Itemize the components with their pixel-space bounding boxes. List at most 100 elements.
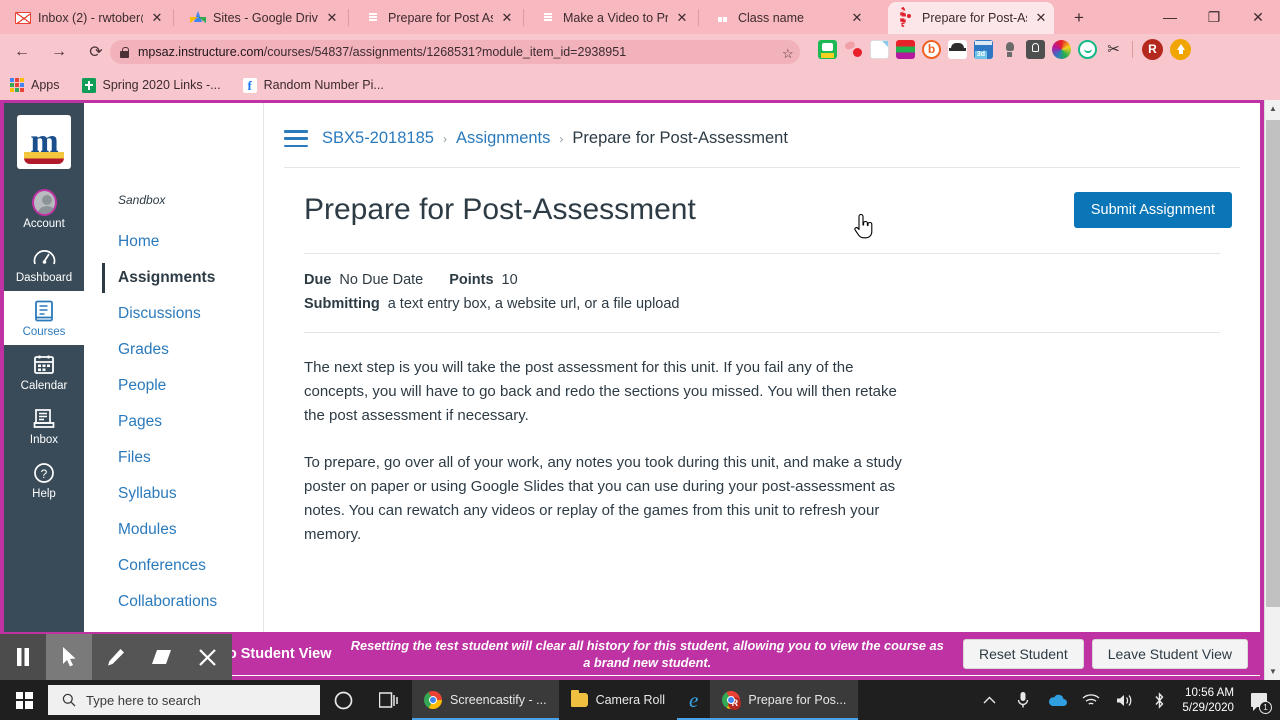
forward-button[interactable]: → bbox=[44, 37, 74, 67]
close-button[interactable] bbox=[184, 634, 230, 680]
bitmoji-extension-icon[interactable] bbox=[818, 40, 837, 59]
tab-close-icon[interactable]: ✕ bbox=[1034, 10, 1048, 26]
bookmark-apps[interactable]: Apps bbox=[10, 78, 60, 92]
incognito-extension-icon[interactable] bbox=[948, 40, 967, 59]
bluetooth-icon[interactable] bbox=[1142, 680, 1176, 720]
reset-student-button[interactable]: Reset Student bbox=[962, 638, 1084, 669]
course-nav-people[interactable]: People bbox=[118, 368, 263, 404]
school-logo-icon[interactable]: m bbox=[17, 115, 71, 169]
back-button[interactable]: ← bbox=[7, 37, 37, 67]
course-nav-discussions[interactable]: Discussions bbox=[118, 296, 263, 332]
screencastify-extension-icon[interactable] bbox=[844, 40, 863, 59]
global-nav-dashboard[interactable]: Dashboard bbox=[4, 237, 84, 291]
chrome-browser-window: Inbox (2) - rwtober@ ✕ Sites - Google Dr… bbox=[0, 0, 1280, 680]
points-value: 10 bbox=[501, 272, 518, 288]
color-grid-extension-icon[interactable] bbox=[896, 40, 915, 59]
course-nav-grades[interactable]: Grades bbox=[118, 332, 263, 368]
show-hidden-icons[interactable] bbox=[972, 680, 1006, 720]
global-nav-help[interactable]: ? Help bbox=[4, 453, 84, 507]
task-view-icon[interactable] bbox=[366, 680, 412, 720]
scroll-down-arrow-icon[interactable]: ▼ bbox=[1265, 663, 1280, 680]
hamburger-menu-icon[interactable] bbox=[284, 130, 308, 147]
onedrive-icon[interactable] bbox=[1040, 680, 1074, 720]
close-window-button[interactable]: ✕ bbox=[1236, 0, 1280, 34]
browser-tab-2[interactable]: Prepare for Post Asse ✕ bbox=[354, 2, 520, 34]
start-button[interactable] bbox=[0, 680, 48, 720]
meta-row-submitting: Submitting a text entry box, a website ur… bbox=[304, 292, 1260, 316]
updates-extension-icon[interactable] bbox=[1170, 39, 1191, 60]
bookmark-spring-2020-links[interactable]: Spring 2020 Links -... bbox=[81, 77, 221, 93]
browser-tab-1[interactable]: Sites - Google Drive ✕ bbox=[179, 2, 345, 34]
minimize-button[interactable]: — bbox=[1148, 0, 1192, 34]
notes-extension-icon[interactable] bbox=[1026, 40, 1045, 59]
course-nav-pages[interactable]: Pages bbox=[118, 404, 263, 440]
course-navigation: Sandbox Home Assignments Discussions Gra… bbox=[84, 103, 264, 636]
global-nav-courses[interactable]: Courses bbox=[4, 291, 84, 345]
wifi-icon[interactable] bbox=[1074, 680, 1108, 720]
new-tab-button[interactable]: + bbox=[1068, 7, 1090, 29]
address-bar[interactable]: mpsaz.instructure.com/courses/54837/assi… bbox=[110, 40, 800, 64]
global-nav-label: Inbox bbox=[29, 434, 59, 446]
calendar-icon bbox=[32, 352, 57, 377]
global-nav-account[interactable]: Account bbox=[4, 183, 84, 237]
apps-grid-icon bbox=[10, 78, 24, 92]
taskbar-app-edge[interactable]: e bbox=[677, 680, 711, 720]
tab-close-icon[interactable]: ✕ bbox=[675, 10, 689, 26]
taskbar-app-prepare-for-post[interactable]: R Prepare for Pos... bbox=[710, 680, 859, 720]
cursor-tool[interactable] bbox=[46, 634, 92, 680]
microphone-icon[interactable] bbox=[1006, 680, 1040, 720]
page-scrollbar[interactable]: ▲ ▼ bbox=[1264, 100, 1280, 680]
course-nav-modules[interactable]: Modules bbox=[118, 512, 263, 548]
volume-icon[interactable] bbox=[1108, 680, 1142, 720]
submit-assignment-button[interactable]: Submit Assignment bbox=[1073, 192, 1232, 228]
scissors-extension-icon[interactable]: ✂ bbox=[1104, 40, 1123, 59]
windows-logo-icon bbox=[15, 691, 33, 709]
bookmark-random-number-picker[interactable]: f Random Number Pi... bbox=[242, 77, 384, 93]
notification-center-button[interactable]: 1 bbox=[1244, 680, 1274, 720]
breadcrumb: SBX5-2018185 › Assignments › Prepare for… bbox=[322, 129, 788, 148]
scrollbar-thumb[interactable] bbox=[1266, 120, 1280, 607]
tab-close-icon[interactable]: ✕ bbox=[325, 10, 339, 26]
smiley-extension-icon[interactable] bbox=[1078, 40, 1097, 59]
cortana-icon[interactable] bbox=[320, 680, 366, 720]
course-nav-home[interactable]: Home bbox=[118, 224, 263, 260]
breadcrumb-assignments-link[interactable]: Assignments bbox=[456, 129, 550, 148]
taskbar-app-screencastify[interactable]: Screencastify - ... bbox=[412, 680, 559, 720]
profile-avatar-icon[interactable]: R bbox=[1142, 39, 1163, 60]
tab-close-icon[interactable]: ✕ bbox=[850, 10, 864, 26]
scroll-up-arrow-icon[interactable]: ▲ bbox=[1265, 100, 1280, 117]
leave-student-view-button[interactable]: Leave Student View bbox=[1091, 638, 1248, 669]
course-nav-syllabus[interactable]: Syllabus bbox=[118, 476, 263, 512]
bitly-extension-icon[interactable]: b bbox=[922, 40, 941, 59]
course-nav-assignments[interactable]: Assignments bbox=[102, 260, 263, 296]
course-nav-collaborations[interactable]: Collaborations bbox=[118, 584, 263, 620]
eraser-tool[interactable] bbox=[138, 634, 184, 680]
pen-tool[interactable] bbox=[92, 634, 138, 680]
course-nav-conferences[interactable]: Conferences bbox=[118, 548, 263, 584]
palette-extension-icon[interactable] bbox=[1052, 40, 1071, 59]
bookmark-star-icon[interactable]: ☆ bbox=[782, 46, 794, 62]
global-nav-calendar[interactable]: Calendar bbox=[4, 345, 84, 399]
browser-tab-4[interactable]: Class name ✕ bbox=[704, 2, 870, 34]
browser-toolbar: ← → ⟳ mpsaz.instructure.com/courses/5483… bbox=[0, 34, 1280, 70]
book-creator-3d-extension-icon[interactable]: 3d bbox=[974, 40, 993, 59]
course-nav-files[interactable]: Files bbox=[118, 440, 263, 476]
breadcrumb-course-link[interactable]: SBX5-2018185 bbox=[322, 129, 434, 148]
lightbulb-extension-icon[interactable] bbox=[1000, 40, 1019, 59]
taskbar-search-input[interactable]: Type here to search bbox=[48, 685, 320, 715]
tab-close-icon[interactable]: ✕ bbox=[150, 10, 164, 26]
browser-tab-0[interactable]: Inbox (2) - rwtober@ ✕ bbox=[4, 2, 170, 34]
google-slides-icon bbox=[715, 10, 731, 26]
document-extension-icon[interactable] bbox=[870, 40, 889, 59]
taskbar-clock[interactable]: 10:56 AM 5/29/2020 bbox=[1176, 685, 1244, 715]
maximize-button[interactable]: ❐ bbox=[1192, 0, 1236, 34]
pause-button[interactable] bbox=[0, 634, 46, 680]
global-nav-inbox[interactable]: Inbox bbox=[4, 399, 84, 453]
tab-close-icon[interactable]: ✕ bbox=[500, 10, 514, 26]
reload-button[interactable]: ⟳ bbox=[81, 37, 111, 67]
browser-tab-3[interactable]: Make a Video to Prep ✕ bbox=[529, 2, 695, 34]
windows-taskbar: Type here to search Screencastify - ... … bbox=[0, 680, 1280, 720]
submitting-label: Submitting bbox=[304, 296, 380, 312]
browser-tab-5-active[interactable]: Prepare for Post-Ass ✕ bbox=[888, 2, 1054, 34]
taskbar-app-camera-roll[interactable]: Camera Roll bbox=[559, 680, 677, 720]
